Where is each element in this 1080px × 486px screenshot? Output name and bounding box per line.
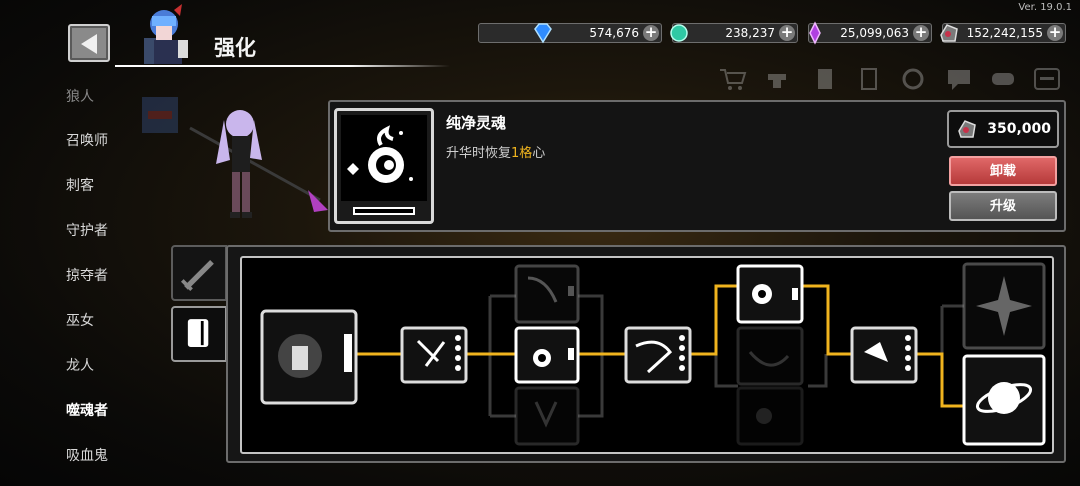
skill-node-soul-shadow[interactable] [736, 386, 804, 446]
skill-node-root[interactable] [260, 309, 358, 405]
emerald-count: 238,237 [725, 26, 775, 40]
item-description: 升华时恢复1格心 [446, 146, 546, 161]
chat-icon[interactable] [944, 66, 974, 92]
diamond-icon [534, 23, 552, 44]
upgrade-cost-value: 350,000 [987, 121, 1051, 137]
skill-node-sickle[interactable] [624, 326, 692, 384]
settings-gear-icon[interactable] [898, 66, 928, 92]
menu-icon[interactable] [1032, 66, 1062, 92]
soul-stone-count: 152,242,155 [966, 26, 1043, 40]
card-icon[interactable] [854, 66, 884, 92]
character-sprite [189, 110, 328, 218]
sidebar-item-plunderer[interactable]: 掠夺者 [66, 265, 108, 285]
version-label: Ver. 19.0.1 [1018, 2, 1072, 13]
skill-node-blade-bottom[interactable] [514, 386, 580, 446]
skill-node-scythe-top[interactable] [514, 264, 580, 324]
diamond-count: 574,676 [589, 26, 639, 40]
soul-stone-icon [958, 120, 976, 138]
sword-icon [180, 260, 214, 292]
book-icon [187, 319, 209, 347]
book-icon[interactable] [810, 66, 840, 92]
skill-node-soul-orb[interactable] [736, 264, 804, 324]
sidebar-item-werewolf[interactable]: 狼人 [66, 86, 94, 106]
item-level-bar [353, 207, 415, 215]
emerald-gem-icon [670, 24, 688, 42]
weapon-tab[interactable] [171, 245, 227, 301]
title-underline [115, 65, 450, 67]
add-crystal-button[interactable]: + [913, 25, 929, 41]
hero-portrait [144, 4, 188, 64]
shop-cart-icon[interactable] [718, 66, 748, 92]
sidebar-item-guardian[interactable]: 守护者 [66, 220, 108, 240]
sidebar-item-dragonkin[interactable]: 龙人 [66, 355, 94, 375]
add-emerald-button[interactable]: + [779, 25, 795, 41]
currency-diamond: 574,676 + [478, 23, 662, 44]
sidebar-item-soul-eater[interactable]: 噬魂者 [66, 400, 108, 420]
skill-node-soul-orbit[interactable] [962, 354, 1046, 446]
unequip-button[interactable]: 卸载 [949, 156, 1057, 186]
add-soul-stone-button[interactable]: + [1047, 25, 1063, 41]
back-arrow-icon [81, 34, 97, 54]
back-button[interactable] [68, 24, 110, 62]
sidebar-item-assassin[interactable]: 刺客 [66, 175, 94, 195]
purple-crystal-icon [809, 21, 821, 45]
soul-shadow-icon [756, 408, 772, 424]
crystal-count: 25,099,063 [840, 26, 909, 40]
currency-crystal: 25,099,063 + [808, 21, 932, 45]
item-description-highlight: 1格 [511, 146, 533, 161]
anvil-icon[interactable] [762, 66, 792, 92]
skill-node-reaper[interactable] [850, 326, 918, 384]
upgrade-button[interactable]: 升级 [949, 191, 1057, 221]
skill-node-pure-soul[interactable] [514, 326, 580, 384]
pure-soul-icon [347, 125, 413, 183]
upgrade-cost: 350,000 [947, 110, 1059, 148]
add-diamond-button[interactable]: + [643, 25, 659, 41]
page-title: 强化 [214, 36, 256, 60]
item-icon-frame [334, 108, 434, 224]
skill-node-star-burst[interactable] [962, 262, 1046, 350]
skill-tree [260, 262, 1046, 446]
skill-node-shatter[interactable] [400, 326, 468, 384]
sidebar-item-vampire[interactable]: 吸血鬼 [66, 445, 108, 465]
watermark-logo [142, 97, 178, 133]
book-tab[interactable] [171, 306, 227, 362]
sidebar-item-summoner[interactable]: 召唤师 [66, 130, 108, 150]
soul-stone-icon [940, 24, 958, 42]
skill-node-crescent[interactable] [736, 326, 804, 386]
currency-soul-stone: 152,242,155 + [940, 23, 1066, 43]
currency-emerald: 238,237 + [670, 23, 798, 43]
dark-soul-icon [278, 334, 322, 378]
gamepad-icon[interactable] [988, 66, 1018, 92]
sidebar-item-shrine-maiden[interactable]: 巫女 [66, 310, 94, 330]
item-name: 纯净灵魂 [446, 114, 507, 132]
